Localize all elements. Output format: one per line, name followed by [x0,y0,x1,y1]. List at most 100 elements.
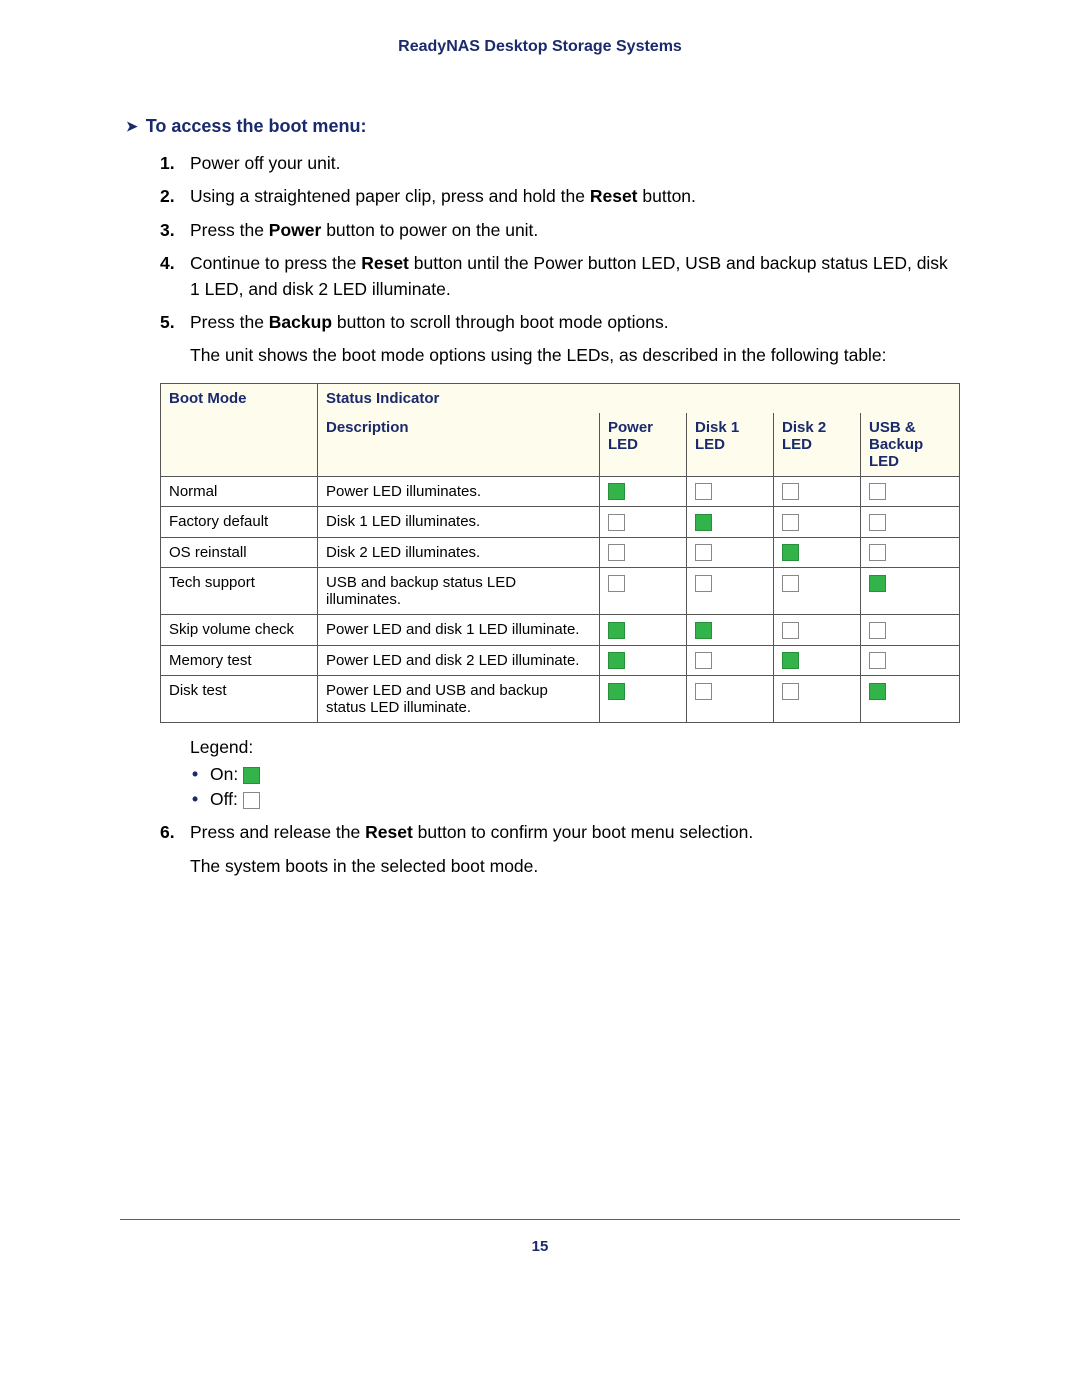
boot-mode-table: Boot Mode Status Indicator Description P… [160,383,960,724]
step-number: 2. [160,184,175,209]
led-off-icon [782,683,799,700]
table-row: OS reinstallDisk 2 LED illuminates. [161,537,960,568]
text: Using a straightened paper clip, press a… [190,186,590,206]
td-led-disk1 [687,568,774,615]
legend-title: Legend: [190,737,960,758]
td-led-power [600,537,687,568]
td-description: USB and backup status LED illuminates. [318,568,600,615]
legend-on: On: [210,764,960,785]
step-3: 3. Press the Power button to power on th… [160,218,960,243]
led-on-icon [608,652,625,669]
text: Press the [190,312,269,332]
text: button to scroll through boot mode optio… [332,312,669,332]
td-boot-mode: Normal [161,476,318,507]
td-led-power [600,645,687,676]
td-led-disk2 [774,676,861,723]
section-heading-text: To access the boot menu: [146,116,367,136]
td-description: Power LED and disk 2 LED illuminate. [318,645,600,676]
bold-text: Reset [361,253,409,273]
td-boot-mode: Disk test [161,676,318,723]
led-off-icon [869,622,886,639]
step-paragraph: The system boots in the selected boot mo… [190,854,960,879]
td-boot-mode: OS reinstall [161,537,318,568]
step-text: Using a straightened paper clip, press a… [190,184,960,209]
step-text: Press and release the Reset button to co… [190,820,960,879]
td-led-disk2 [774,615,861,646]
td-led-power [600,476,687,507]
text: button. [638,186,696,206]
td-led-usb [861,676,960,723]
footer-divider [120,1219,960,1220]
td-led-disk2 [774,507,861,538]
text: Press the [190,220,269,240]
th-disk1-led: Disk 1 LED [687,413,774,477]
td-led-disk1 [687,645,774,676]
led-off-icon [695,652,712,669]
td-led-disk1 [687,507,774,538]
td-led-disk2 [774,476,861,507]
td-boot-mode: Tech support [161,568,318,615]
step-2: 2. Using a straightened paper clip, pres… [160,184,960,209]
td-led-usb [861,615,960,646]
step-paragraph: The unit shows the boot mode options usi… [190,343,960,368]
step-text: Power off your unit. [190,151,960,176]
led-off-icon [869,483,886,500]
page-header-title: ReadyNAS Desktop Storage Systems [120,38,960,56]
section-heading: ➤ To access the boot menu: [126,116,960,137]
td-description: Power LED illuminates. [318,476,600,507]
td-led-power [600,568,687,615]
led-off-icon [608,575,625,592]
led-off-icon [782,483,799,500]
led-off-icon [695,483,712,500]
td-description: Power LED and USB and backup status LED … [318,676,600,723]
text: Continue to press the [190,253,361,273]
step-text: Press the Backup button to scroll throug… [190,310,960,369]
page-number: 15 [0,1238,1080,1255]
steps-list: 1. Power off your unit. 2. Using a strai… [160,151,960,369]
step-4: 4. Continue to press the Reset button un… [160,251,960,302]
led-off-icon [608,544,625,561]
led-off-icon [782,514,799,531]
led-off-icon [869,544,886,561]
table-row: Tech supportUSB and backup status LED il… [161,568,960,615]
th-usb-backup-led: USB & Backup LED [861,413,960,477]
td-boot-mode: Skip volume check [161,615,318,646]
step-number: 4. [160,251,175,276]
td-led-disk2 [774,645,861,676]
step-number: 1. [160,151,175,176]
text: button to confirm your boot menu selecti… [413,822,753,842]
led-on-icon [608,483,625,500]
table-row: Skip volume checkPower LED and disk 1 LE… [161,615,960,646]
led-off-icon [695,575,712,592]
text: button to power on the unit. [321,220,538,240]
steps-list-cont: 6. Press and release the Reset button to… [160,820,960,879]
led-off-icon [869,514,886,531]
bold-text: Reset [590,186,638,206]
td-led-power [600,676,687,723]
step-text: Continue to press the Reset button until… [190,251,960,302]
led-on-icon [608,622,625,639]
page: ReadyNAS Desktop Storage Systems ➤ To acc… [0,0,1080,1300]
led-on-icon [695,622,712,639]
th-description: Description [318,413,600,477]
td-led-usb [861,537,960,568]
led-off-icon [782,575,799,592]
table-row: Disk testPower LED and USB and backup st… [161,676,960,723]
td-led-disk1 [687,476,774,507]
td-led-usb [861,476,960,507]
step-6: 6. Press and release the Reset button to… [160,820,960,879]
led-on-icon [782,652,799,669]
legend: Legend: On: Off: [160,737,960,810]
chevron-right-icon: ➤ [126,118,138,135]
led-off-icon [243,792,260,809]
led-on-icon [608,683,625,700]
bold-text: Backup [269,312,332,332]
led-off-icon [695,683,712,700]
td-led-disk2 [774,537,861,568]
td-led-disk2 [774,568,861,615]
td-led-usb [861,645,960,676]
table-row: Memory testPower LED and disk 2 LED illu… [161,645,960,676]
led-off-icon [695,544,712,561]
step-number: 3. [160,218,175,243]
led-on-icon [782,544,799,561]
